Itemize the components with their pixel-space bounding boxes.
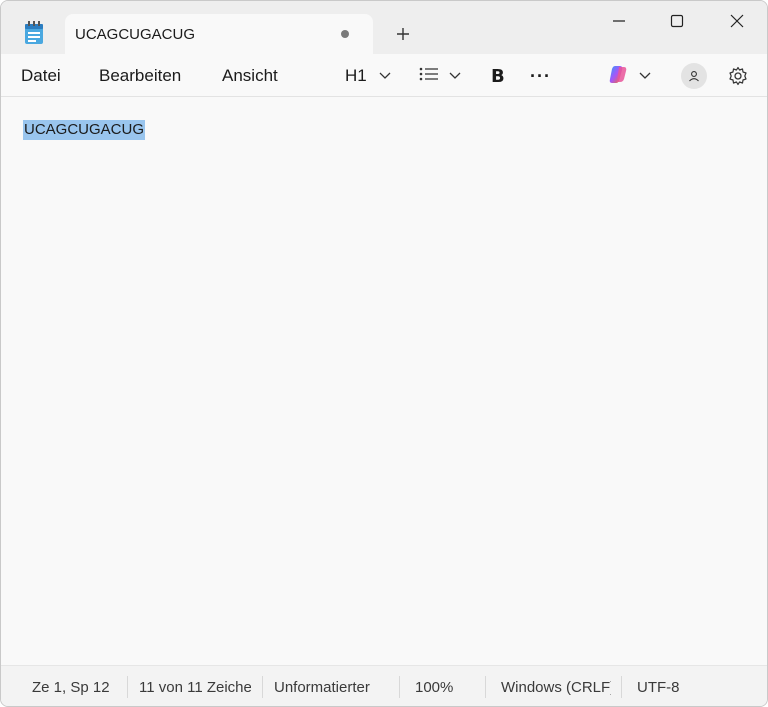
text-editor[interactable]: UCAGCUGACUG bbox=[1, 98, 767, 665]
notepad-icon bbox=[23, 21, 45, 45]
unsaved-indicator-icon[interactable] bbox=[341, 30, 349, 38]
status-bar: Ze 1, Sp 12 11 von 11 Zeichen Unformatie… bbox=[1, 665, 767, 706]
minimize-icon[interactable] bbox=[589, 1, 649, 41]
heading-dropdown[interactable]: H1 bbox=[345, 62, 391, 90]
title-bar: UCAGCUGACUG bbox=[1, 1, 767, 54]
tab-title: UCAGCUGACUG bbox=[75, 26, 196, 43]
maximize-icon[interactable] bbox=[647, 1, 707, 41]
status-encoding[interactable]: UTF-8 bbox=[637, 679, 680, 696]
list-icon bbox=[419, 67, 439, 86]
status-format[interactable]: Unformatierter bbox=[274, 679, 370, 696]
more-options-button[interactable]: ··· bbox=[530, 62, 551, 90]
status-separator bbox=[399, 676, 400, 698]
close-icon[interactable] bbox=[707, 1, 767, 41]
tab-document[interactable]: UCAGCUGACUG bbox=[65, 14, 373, 54]
heading-label: H1 bbox=[345, 66, 367, 85]
account-icon[interactable] bbox=[681, 63, 707, 89]
menu-edit[interactable]: Bearbeiten bbox=[99, 66, 181, 86]
editor-content[interactable]: UCAGCUGACUG bbox=[23, 120, 146, 140]
gear-icon[interactable] bbox=[728, 62, 748, 90]
menu-view[interactable]: Ansicht bbox=[222, 66, 278, 86]
bold-label: B bbox=[491, 65, 505, 87]
list-dropdown[interactable] bbox=[419, 62, 461, 90]
status-separator bbox=[262, 676, 263, 698]
status-separator bbox=[621, 676, 622, 698]
status-separator bbox=[127, 676, 128, 698]
chevron-down-icon bbox=[639, 67, 651, 85]
status-separator bbox=[485, 676, 486, 698]
notepad-window: UCAGCUGACUG Datei Bearbeiten Ansicht H1 bbox=[0, 0, 768, 707]
copilot-icon bbox=[607, 63, 629, 90]
copilot-button[interactable] bbox=[607, 62, 651, 90]
plus-icon[interactable] bbox=[390, 21, 416, 47]
more-options-icon: ··· bbox=[530, 65, 551, 86]
menu-file[interactable]: Datei bbox=[21, 66, 61, 86]
status-cursor-position[interactable]: Ze 1, Sp 12 bbox=[32, 679, 110, 696]
bold-button[interactable]: B bbox=[491, 62, 505, 90]
status-character-count[interactable]: 11 von 11 Zeichen bbox=[139, 679, 251, 696]
chevron-down-icon bbox=[449, 67, 461, 85]
chevron-down-icon bbox=[379, 67, 391, 85]
status-zoom[interactable]: 100% bbox=[415, 679, 453, 696]
status-line-ending[interactable]: Windows (CRLF) bbox=[501, 679, 611, 696]
menu-bar: Datei Bearbeiten Ansicht H1 B ··· bbox=[1, 54, 767, 97]
